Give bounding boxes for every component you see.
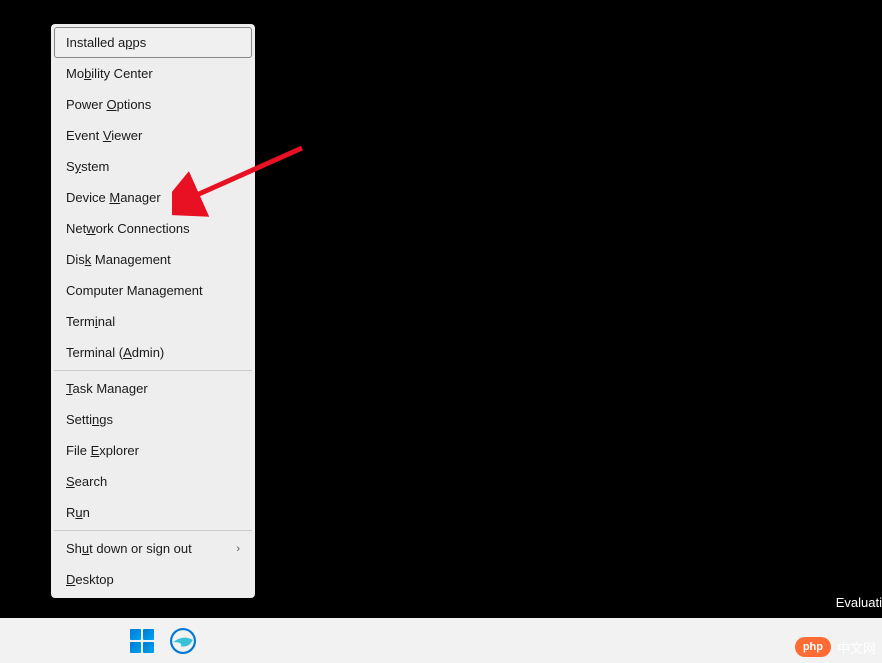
menu-item-label: Run bbox=[66, 505, 90, 520]
menu-item-label: Terminal (Admin) bbox=[66, 345, 164, 360]
menu-divider bbox=[54, 370, 252, 371]
chevron-right-icon: › bbox=[236, 543, 240, 555]
menu-item-terminal-admin[interactable]: Terminal (Admin) bbox=[54, 337, 252, 368]
menu-item-label: Computer Management bbox=[66, 283, 203, 298]
menu-item-file-explorer[interactable]: File Explorer bbox=[54, 435, 252, 466]
edge-button[interactable] bbox=[170, 628, 196, 654]
watermark-badge: php bbox=[795, 637, 831, 657]
menu-item-label: Terminal bbox=[66, 314, 115, 329]
menu-item-computer-management[interactable]: Computer Management bbox=[54, 275, 252, 306]
menu-item-label: System bbox=[66, 159, 109, 174]
menu-item-label: Task Manager bbox=[66, 381, 148, 396]
evaluation-watermark: Evaluati bbox=[836, 595, 882, 610]
menu-item-shut-down[interactable]: Shut down or sign out › bbox=[54, 533, 252, 564]
menu-item-settings[interactable]: Settings bbox=[54, 404, 252, 435]
menu-item-mobility-center[interactable]: Mobility Center bbox=[54, 58, 252, 89]
watermark-text: 中文网 bbox=[837, 638, 876, 657]
menu-divider bbox=[54, 530, 252, 531]
site-watermark: php 中文网 bbox=[795, 637, 876, 657]
menu-item-network-connections[interactable]: Network Connections bbox=[54, 213, 252, 244]
menu-item-label: Device Manager bbox=[66, 190, 161, 205]
menu-item-terminal[interactable]: Terminal bbox=[54, 306, 252, 337]
menu-item-label: Settings bbox=[66, 412, 113, 427]
winx-context-menu: Installed apps Mobility Center Power Optio… bbox=[51, 24, 255, 598]
menu-item-task-manager[interactable]: Task Manager bbox=[54, 373, 252, 404]
taskbar bbox=[0, 618, 882, 663]
menu-item-label: File Explorer bbox=[66, 443, 139, 458]
menu-item-desktop[interactable]: Desktop bbox=[54, 564, 252, 595]
menu-item-search[interactable]: Search bbox=[54, 466, 252, 497]
start-button[interactable] bbox=[130, 629, 154, 653]
menu-item-label: Network Connections bbox=[66, 221, 190, 236]
menu-item-disk-management[interactable]: Disk Management bbox=[54, 244, 252, 275]
menu-item-label: Event Viewer bbox=[66, 128, 142, 143]
menu-item-run[interactable]: Run bbox=[54, 497, 252, 528]
menu-item-label: Power Options bbox=[66, 97, 151, 112]
menu-item-label: Mobility Center bbox=[66, 66, 153, 81]
menu-item-label: Shut down or sign out bbox=[66, 541, 192, 556]
menu-item-device-manager[interactable]: Device Manager bbox=[54, 182, 252, 213]
menu-item-event-viewer[interactable]: Event Viewer bbox=[54, 120, 252, 151]
menu-item-label: Disk Management bbox=[66, 252, 171, 267]
menu-item-label: Desktop bbox=[66, 572, 114, 587]
menu-item-system[interactable]: System bbox=[54, 151, 252, 182]
menu-item-power-options[interactable]: Power Options bbox=[54, 89, 252, 120]
menu-item-label: Installed apps bbox=[66, 35, 146, 50]
menu-item-label: Search bbox=[66, 474, 107, 489]
menu-item-installed-apps[interactable]: Installed apps bbox=[54, 27, 252, 58]
